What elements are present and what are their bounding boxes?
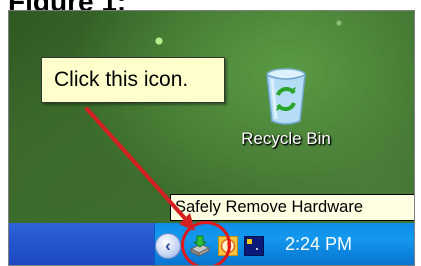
instruction-callout: Click this icon. [41,57,225,103]
flag-program-icon[interactable] [244,236,264,256]
show-hidden-icons-button[interactable]: ‹ [155,233,181,259]
tooltip-text: Safely Remove Hardware [175,198,363,216]
desktop: Click this icon. Recycle Bin Safely Remo… [8,10,415,266]
highlight-circle [181,221,231,265]
callout-text: Click this icon. [54,68,189,91]
recycle-bin-label[interactable]: Recycle Bin [226,129,346,149]
system-clock[interactable]: 2:24 PM [285,234,352,255]
taskbar-button-area [9,223,154,265]
tooltip: Safely Remove Hardware [170,194,414,221]
recycle-bin-icon[interactable] [256,65,316,127]
